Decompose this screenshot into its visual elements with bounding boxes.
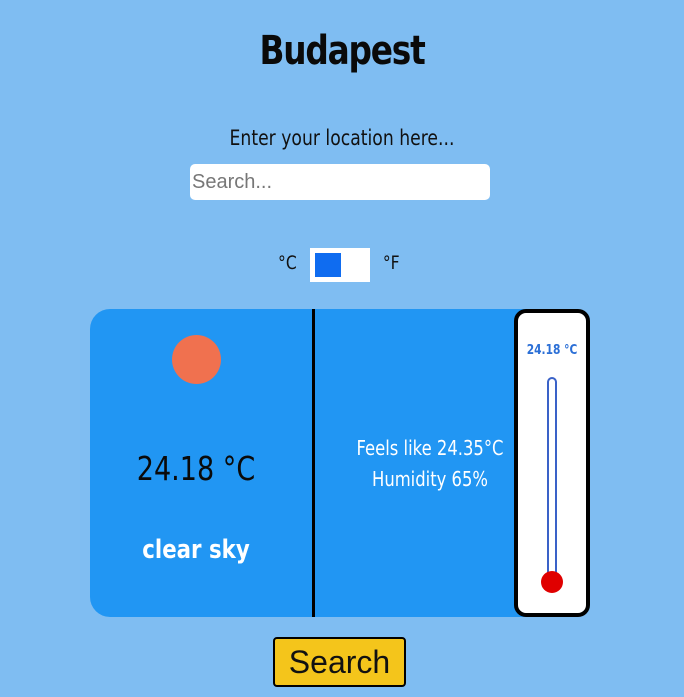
thermometer-tube (547, 377, 557, 591)
search-input[interactable] (190, 164, 490, 200)
feels-like-text: Feels like 24.35°C (356, 436, 504, 460)
temperature-value: 24.18 °C (136, 449, 256, 488)
thermometer-reading: 24.18 °C (526, 343, 578, 358)
search-prompt: Enter your location here... (229, 126, 455, 150)
city-title: Budapest (259, 28, 425, 74)
weather-description: clear sky (142, 535, 250, 565)
thermometer-panel: 24.18 °C (514, 309, 590, 617)
search-button[interactable]: Search (273, 637, 406, 687)
weather-card: 24.18 °C clear sky Feels like 24.35°C Hu… (90, 309, 590, 617)
unit-toggle[interactable] (310, 248, 370, 282)
celsius-label: °C (278, 252, 297, 274)
thermometer-bulb (541, 571, 563, 593)
weather-details: Feels like 24.35°C Humidity 65% (336, 433, 525, 495)
sun-icon (172, 335, 221, 384)
fahrenheit-label: °F (382, 252, 400, 274)
card-divider (312, 309, 315, 617)
humidity-text: Humidity 65% (371, 467, 489, 491)
toggle-knob (315, 253, 341, 277)
